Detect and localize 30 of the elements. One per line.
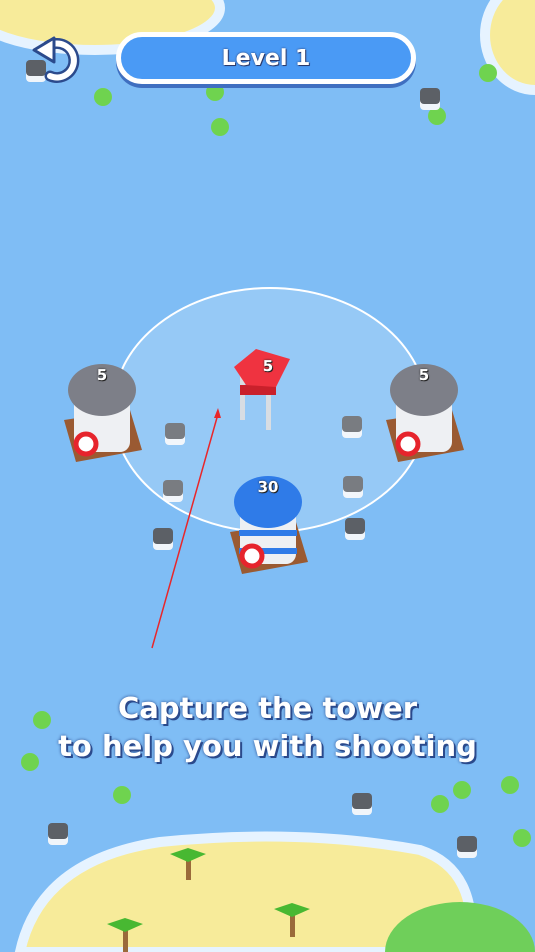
lily-pad-icon — [21, 753, 39, 771]
rock-icon — [457, 836, 477, 858]
rock-icon — [165, 423, 185, 445]
tower-count: 5 — [96, 366, 108, 384]
rock-icon — [153, 528, 173, 550]
rock-icon — [163, 480, 183, 502]
lily-pad-icon — [453, 781, 471, 799]
lily-pad-icon — [113, 786, 131, 804]
rock-icon — [48, 823, 68, 845]
lily-pad-icon — [479, 64, 497, 82]
palm-tree-icon — [107, 918, 143, 952]
lily-pad-icon — [513, 829, 531, 847]
rock-icon — [26, 60, 46, 82]
tower-count: 30 — [258, 478, 278, 496]
rock-icon — [343, 476, 363, 498]
rock-icon — [345, 518, 365, 540]
lily-pad-icon — [501, 776, 519, 794]
lily-pad-icon — [33, 711, 51, 729]
lily-pad-icon — [431, 795, 449, 813]
lily-pad-icon — [428, 107, 446, 125]
lily-pad-icon — [211, 118, 229, 136]
rock-icon — [420, 88, 440, 110]
tower-count: 5 — [262, 357, 274, 375]
rock-icon — [352, 793, 372, 815]
rock-icon — [342, 416, 362, 438]
tutorial-hint: Capture the tower to help you with shooting — [58, 690, 477, 765]
lily-pad-icon — [94, 88, 112, 106]
tower-count: 5 — [418, 366, 430, 384]
palm-tree-icon — [170, 848, 206, 880]
palm-tree-icon — [274, 903, 310, 937]
